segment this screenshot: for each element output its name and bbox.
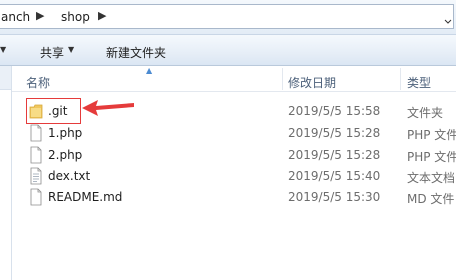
file-modified-date: 2019/5/5 15:28 xyxy=(288,148,381,162)
file-name: 2.php xyxy=(48,148,83,162)
chevron-right-icon[interactable]: ▶ xyxy=(36,9,44,22)
file-type: 文本文档 xyxy=(407,171,456,185)
file-modified-date: 2019/5/5 15:28 xyxy=(288,126,381,140)
column-divider[interactable] xyxy=(400,68,401,90)
file-type: PHP 文件 xyxy=(407,128,456,142)
file-row[interactable]: 2.php 2019/5/5 15:28 PHP 文件 xyxy=(12,145,456,166)
file-type: MD 文件 xyxy=(407,192,455,206)
breadcrumb-item-shop[interactable]: shop xyxy=(61,10,90,24)
text-file-icon xyxy=(30,167,42,185)
new-folder-button[interactable]: 新建文件夹 xyxy=(106,44,166,61)
file-modified-date: 2019/5/5 15:30 xyxy=(288,190,381,204)
explorer-window: anch ▶ shop ▶ ▼ 共享 ▼ 新建文件夹 ▲ 名称 修改日期 类型 xyxy=(0,0,456,280)
file-row[interactable]: README.md 2019/5/5 15:30 MD 文件 xyxy=(12,187,456,208)
breadcrumb-item-branch[interactable]: anch xyxy=(1,10,30,24)
file-type: 文件夹 xyxy=(407,106,444,120)
annotation-highlight-box xyxy=(26,98,81,124)
share-button[interactable]: 共享 xyxy=(40,44,64,61)
file-row[interactable]: dex.txt 2019/5/5 15:40 文本文档 xyxy=(12,166,456,187)
chevron-down-icon[interactable] xyxy=(442,9,454,34)
annotation-arrow-icon xyxy=(82,100,134,116)
column-divider[interactable] xyxy=(282,68,283,90)
organize-dropdown-arrow-icon[interactable]: ▼ xyxy=(0,45,6,54)
file-name: README.md xyxy=(48,190,123,204)
file-name: 1.php xyxy=(48,126,83,140)
command-toolbar: ▼ 共享 ▼ 新建文件夹 xyxy=(0,34,456,66)
file-modified-date: 2019/5/5 15:40 xyxy=(288,169,381,183)
column-header-name[interactable]: 名称 xyxy=(26,74,50,91)
sort-ascending-icon: ▲ xyxy=(146,66,153,75)
navigation-pane-header xyxy=(0,66,11,90)
column-header: ▲ 名称 修改日期 类型 xyxy=(12,66,456,92)
file-modified-date: 2019/5/5 15:58 xyxy=(288,104,381,118)
file-icon xyxy=(30,146,42,164)
file-icon xyxy=(30,188,42,206)
file-name: dex.txt xyxy=(48,169,91,183)
file-icon xyxy=(30,124,42,142)
column-header-date[interactable]: 修改日期 xyxy=(288,74,336,91)
chevron-right-icon[interactable]: ▶ xyxy=(98,9,106,22)
address-bar: anch ▶ shop ▶ xyxy=(0,0,456,34)
breadcrumb[interactable]: anch ▶ shop ▶ xyxy=(0,4,454,29)
file-type: PHP 文件 xyxy=(407,150,456,164)
file-row[interactable]: 1.php 2019/5/5 15:28 PHP 文件 xyxy=(12,123,456,144)
share-dropdown-arrow-icon[interactable]: ▼ xyxy=(68,45,74,54)
column-header-type[interactable]: 类型 xyxy=(407,74,431,91)
navigation-pane[interactable] xyxy=(0,66,12,280)
